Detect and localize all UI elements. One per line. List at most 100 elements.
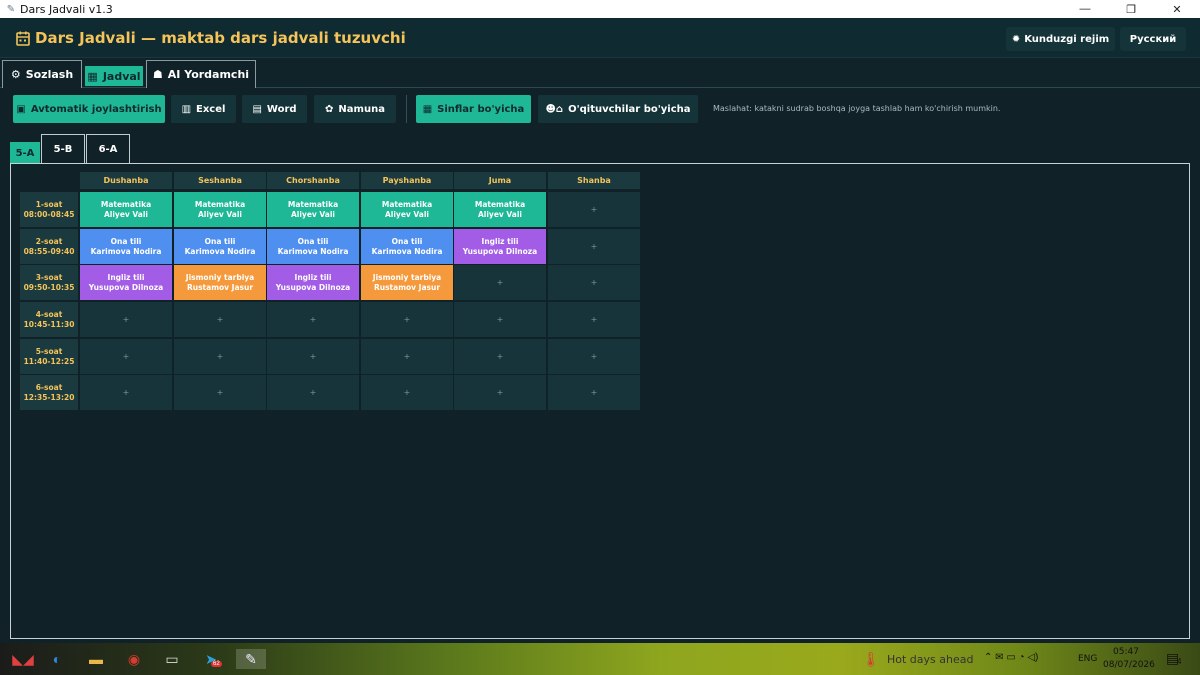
empty-cell[interactable]: + [454, 375, 546, 410]
lesson-teacher: Rustamov Jasur [186, 282, 254, 292]
lesson-cell[interactable]: Jismoniy tarbiya Rustamov Jasur [174, 265, 266, 300]
empty-cell[interactable]: + [267, 302, 359, 337]
empty-cell[interactable]: + [267, 375, 359, 410]
weather-text[interactable]: Hot days ahead [887, 653, 973, 666]
folder-icon[interactable]: ▬ [85, 649, 107, 669]
lesson-cell[interactable]: Matematika Aliyev Vali [174, 192, 266, 227]
auto-schedule-button[interactable]: ▣ Avtomatik joylashtirish [13, 95, 165, 123]
class-tab-5b[interactable]: 5-B [41, 134, 85, 163]
language-label: Русский [1129, 33, 1177, 45]
lesson-cell[interactable]: Matematika Aliyev Vali [454, 192, 546, 227]
sample-button[interactable]: ✿ Namuna [314, 95, 396, 123]
empty-cell[interactable]: + [454, 339, 546, 374]
clock[interactable]: 05:47 08/07/2026 [1103, 646, 1155, 672]
empty-cell[interactable]: + [454, 265, 546, 300]
rog-logo-icon[interactable]: ◣◢ [6, 649, 40, 669]
lesson-cell[interactable]: Ingliz tili Yusupova Dilnoza [80, 265, 172, 300]
add-icon: + [496, 314, 504, 324]
empty-cell[interactable]: + [361, 339, 453, 374]
lesson-cell[interactable]: Ona tili Karimova Nodira [267, 229, 359, 264]
tab-jadval[interactable]: ▦ Jadval [85, 66, 143, 86]
empty-cell[interactable]: + [548, 339, 640, 374]
feather-app-icon[interactable]: ✎ [236, 649, 266, 669]
add-icon: + [403, 387, 411, 397]
by-teacher-button[interactable]: ☻⌂ O'qituvchilar bo'yicha [538, 95, 698, 123]
empty-cell[interactable]: + [454, 302, 546, 337]
empty-cell[interactable]: + [80, 339, 172, 374]
chrome-icon[interactable]: ◉ [123, 649, 145, 669]
lesson-cell[interactable]: Ona tili Karimova Nodira [174, 229, 266, 264]
tab-ai-yordamchi[interactable]: ☗ AI Yordamchi [146, 60, 256, 88]
gear-icon: ⚙ [10, 68, 21, 81]
empty-cell[interactable]: + [361, 302, 453, 337]
word-export-button[interactable]: ▤ Word [242, 95, 307, 123]
telegram-badge: 62 [211, 661, 222, 667]
add-icon: + [496, 387, 504, 397]
excel-label: Excel [196, 103, 226, 115]
maximize-button[interactable]: ❐ [1108, 0, 1154, 18]
app-title: Dars Jadvali — maktab dars jadvali tuzuv… [35, 29, 406, 47]
tab-sozlash[interactable]: ⚙ Sozlash [2, 60, 82, 88]
lesson-subject: Jismoniy tarbiya [372, 272, 442, 282]
empty-cell[interactable]: + [548, 192, 640, 227]
toolbar-divider [406, 95, 407, 123]
empty-cell[interactable]: + [174, 302, 266, 337]
lesson-cell[interactable]: Ingliz tili Yusupova Dilnoza [267, 265, 359, 300]
calendar-icon: ▣ [16, 103, 26, 115]
lesson-cell[interactable]: Matematika Aliyev Vali [361, 192, 453, 227]
empty-cell[interactable]: + [267, 339, 359, 374]
empty-cell[interactable]: + [80, 375, 172, 410]
add-icon: + [122, 387, 130, 397]
add-icon: + [496, 277, 504, 287]
by-class-button[interactable]: ▦ Sinflar bo'yicha [416, 95, 531, 123]
empty-cell[interactable]: + [548, 265, 640, 300]
empty-cell[interactable]: + [80, 302, 172, 337]
app-header: Dars Jadvali — maktab dars jadvali tuzuv… [0, 18, 1200, 58]
period-time: 11:40-12:25 [23, 356, 75, 366]
printer-icon[interactable]: ▭ [161, 649, 183, 669]
lesson-subject: Matematika [381, 199, 433, 209]
lesson-cell[interactable]: Jismoniy tarbiya Rustamov Jasur [361, 265, 453, 300]
day-mode-button[interactable]: ✹ Kunduzgi rejim [1006, 27, 1115, 51]
lesson-cell[interactable]: Ona tili Karimova Nodira [80, 229, 172, 264]
period-name: 4-soat [35, 309, 63, 319]
empty-cell[interactable]: + [548, 302, 640, 337]
lesson-cell[interactable]: Ona tili Karimova Nodira [361, 229, 453, 264]
lesson-cell[interactable]: Matematika Aliyev Vali [267, 192, 359, 227]
system-tray-icons[interactable]: ⌃ ✉ ▭ ◔ ◁) [984, 652, 1038, 663]
lesson-teacher: Yusupova Dilnoza [88, 282, 164, 292]
class-tab-6a[interactable]: 6-A [86, 134, 130, 163]
add-icon: + [309, 387, 317, 397]
add-icon: + [496, 351, 504, 361]
excel-export-button[interactable]: ▥ Excel [171, 95, 236, 123]
clock-date: 08/07/2026 [1103, 660, 1155, 670]
class-tab-5a[interactable]: 5-A [10, 142, 40, 163]
day-header: Payshanba [361, 172, 453, 189]
empty-cell[interactable]: + [174, 339, 266, 374]
add-icon: + [216, 387, 224, 397]
close-button[interactable]: ✕ [1154, 0, 1200, 18]
edge-icon[interactable]: ◐ [46, 649, 68, 669]
minimize-button[interactable]: — [1062, 0, 1108, 18]
lesson-subject: Matematika [194, 199, 246, 209]
lesson-cell[interactable]: Matematika Aliyev Vali [80, 192, 172, 227]
lesson-cell[interactable]: Ingliz tili Yusupova Dilnoza [454, 229, 546, 264]
period-label: 5-soat 11:40-12:25 [20, 339, 78, 374]
lesson-teacher: Karimova Nodira [184, 246, 256, 256]
add-icon: + [590, 204, 598, 214]
language-indicator[interactable]: ENG [1078, 654, 1097, 664]
day-header: Seshanba [174, 172, 266, 189]
language-button[interactable]: Русский [1120, 27, 1186, 51]
lesson-subject: Matematika [474, 199, 526, 209]
lesson-teacher: Karimova Nodira [90, 246, 162, 256]
empty-cell[interactable]: + [174, 375, 266, 410]
lesson-subject: Ona tili [204, 236, 236, 246]
schedule-grid: Dushanba Seshanba Chorshanba Payshanba Juma S… [20, 172, 640, 412]
lesson-teacher: Rustamov Jasur [373, 282, 441, 292]
period-time: 12:35-13:20 [23, 392, 75, 402]
empty-cell[interactable]: + [361, 375, 453, 410]
day-header: Chorshanba [267, 172, 359, 189]
empty-cell[interactable]: + [548, 375, 640, 410]
empty-cell[interactable]: + [548, 229, 640, 264]
bar-chart-icon: ▥ [181, 103, 192, 115]
